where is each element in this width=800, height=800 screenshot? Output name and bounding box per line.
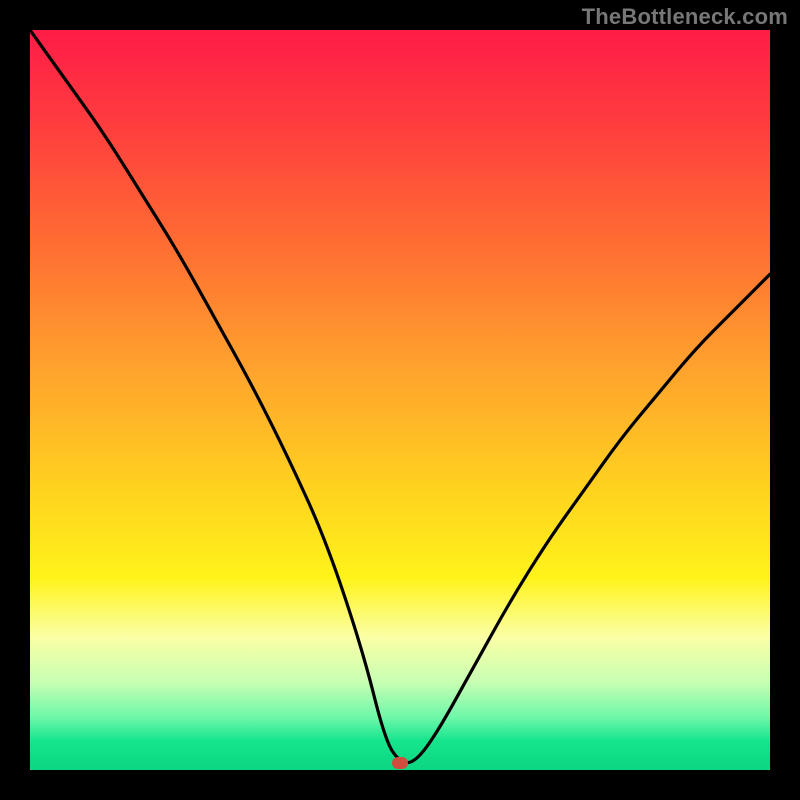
attribution-label: TheBottleneck.com [582,4,788,30]
optimal-marker [392,757,408,769]
bottleneck-curve [30,30,770,770]
plot-area [30,30,770,770]
chart-frame: TheBottleneck.com [0,0,800,800]
